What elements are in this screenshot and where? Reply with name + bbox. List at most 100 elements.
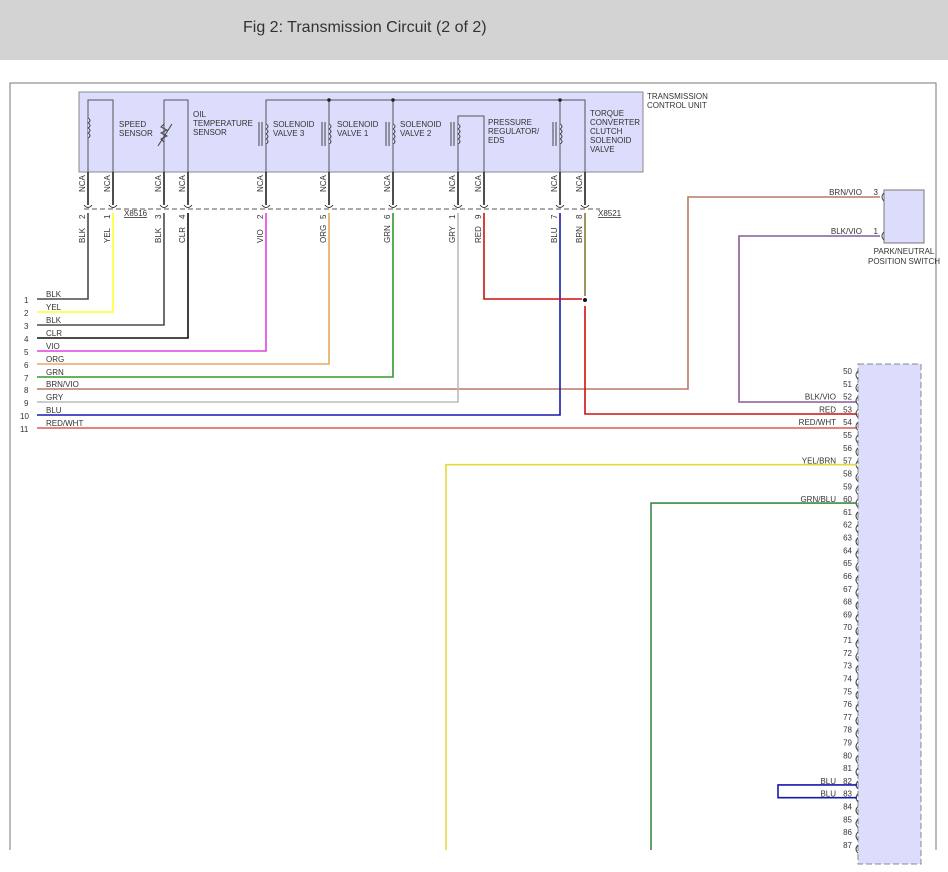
harness-wire-number: 6 bbox=[24, 361, 29, 370]
wire-red bbox=[483, 213, 582, 300]
harness-wire-number: 5 bbox=[24, 348, 29, 357]
splice-dot bbox=[558, 98, 562, 102]
connector-pin-number: 64 bbox=[843, 546, 852, 555]
connector-pin-number: 79 bbox=[843, 738, 852, 747]
connector-wire-label: RED bbox=[819, 405, 836, 414]
harness-wire-label: RED/WHT bbox=[46, 419, 83, 428]
connector-pin-number: 53 bbox=[843, 405, 852, 414]
module-connector bbox=[857, 363, 922, 865]
connector-pin-number: 77 bbox=[843, 713, 852, 722]
pin-terminal-icon bbox=[159, 204, 169, 208]
harness-wire-label: ORG bbox=[46, 355, 64, 364]
pin-terminal-icon bbox=[479, 204, 489, 208]
tcu-pin-pin: 4 bbox=[178, 214, 187, 219]
connector-pin-number: 85 bbox=[843, 815, 852, 824]
tcu-pin-pin: 1 bbox=[448, 214, 457, 219]
harness-wire-label: BLK bbox=[46, 316, 62, 325]
connector-pin-number: 86 bbox=[843, 828, 852, 837]
oil-temperature-sensor-label: OIL bbox=[193, 110, 206, 119]
connector-pin-number: 63 bbox=[843, 534, 852, 543]
connector-pin-number: 84 bbox=[843, 803, 852, 812]
tcu-pin-nca: NCA bbox=[319, 174, 328, 192]
transmission-wiring-diagram: TRANSMISSIONCONTROL UNITSPEEDSENSOROILTE… bbox=[9, 82, 940, 865]
diagram-frame bbox=[9, 82, 937, 850]
splice-dot bbox=[327, 98, 331, 102]
connector-wire-label: BLK/VIO bbox=[805, 393, 836, 402]
splice-dot bbox=[391, 98, 395, 102]
connector-pin-number: 78 bbox=[843, 726, 852, 735]
connector-pin-number: 73 bbox=[843, 662, 852, 671]
park-neutral-position-switch bbox=[883, 189, 925, 244]
tcu-pin-nca: NCA bbox=[575, 174, 584, 192]
connector-pin-number: 67 bbox=[843, 585, 852, 594]
torque-converter-clutch-solenoid-valve-label: VALVE bbox=[590, 145, 615, 154]
pin-terminal-icon bbox=[453, 204, 463, 208]
solenoid-valve-2-label: SOLENOID bbox=[400, 120, 442, 129]
tcu-label: TRANSMISSION bbox=[647, 92, 708, 101]
connector-pin-number: 54 bbox=[843, 418, 852, 427]
tcu-pin-color: CLR bbox=[178, 227, 187, 243]
tcu-pin-pin: 8 bbox=[575, 214, 584, 219]
connector-pin-number: 70 bbox=[843, 623, 852, 632]
pressure-regulator-eds-label: PRESSURE bbox=[488, 118, 532, 127]
pin-terminal-icon bbox=[83, 204, 93, 208]
wire-blk-1 bbox=[37, 213, 89, 300]
park-switch-wire-label: BLK/VIO bbox=[831, 227, 862, 236]
tcu-pin-nca: NCA bbox=[474, 174, 483, 192]
harness-wire-number: 10 bbox=[20, 412, 29, 421]
connector-pin-number: 61 bbox=[843, 508, 852, 517]
connector-pin-number: 80 bbox=[843, 751, 852, 760]
tcu-pin-color: VIO bbox=[256, 229, 265, 243]
connector-pin-number: 66 bbox=[843, 572, 852, 581]
tcu-pin-pin: 7 bbox=[550, 214, 559, 219]
harness-wire-number: 1 bbox=[24, 296, 29, 305]
connector-pin-number: 58 bbox=[843, 469, 852, 478]
pressure-regulator-eds-label: EDS bbox=[488, 136, 504, 145]
harness-wire-number: 8 bbox=[24, 386, 29, 395]
pin-terminal-icon bbox=[183, 204, 193, 208]
tcu-pin-nca: NCA bbox=[154, 174, 163, 192]
harness-wire-number: 3 bbox=[24, 322, 29, 331]
park-switch-wire-label: BRN/VIO bbox=[829, 188, 862, 197]
wire-grn-7 bbox=[37, 213, 394, 378]
park-switch-pin: 3 bbox=[874, 188, 879, 197]
tcu-label: CONTROL UNIT bbox=[647, 101, 707, 110]
pin-terminal-icon bbox=[580, 204, 590, 208]
tcu-pin-nca: NCA bbox=[103, 174, 112, 192]
torque-converter-clutch-solenoid-valve-label: TORQUE bbox=[590, 109, 624, 118]
solenoid-valve-2-label: VALVE 2 bbox=[400, 129, 432, 138]
connector-pin-number: 87 bbox=[843, 841, 852, 850]
harness-wire-label: GRN bbox=[46, 368, 64, 377]
tcu-pin-color: GRY bbox=[448, 225, 457, 243]
solenoid-valve-3-label: SOLENOID bbox=[273, 120, 315, 129]
tcu-pin-nca: NCA bbox=[256, 174, 265, 192]
pin-terminal-icon bbox=[108, 204, 118, 208]
harness-wire-number: 11 bbox=[20, 425, 29, 434]
connector-pin-number: 76 bbox=[843, 700, 852, 709]
pressure-regulator-eds-label: REGULATOR/ bbox=[488, 127, 540, 136]
harness-wire-label: BLU bbox=[46, 406, 62, 415]
solenoid-valve-1-label: SOLENOID bbox=[337, 120, 379, 129]
tcu-pin-pin: 2 bbox=[78, 214, 87, 219]
harness-wire-number: 7 bbox=[24, 374, 29, 383]
solenoid-valve-3-label: VALVE 3 bbox=[273, 129, 305, 138]
connector-pin-number: 69 bbox=[843, 610, 852, 619]
harness-wire-label: YEL bbox=[46, 303, 62, 312]
tcu-pin-nca: NCA bbox=[550, 174, 559, 192]
connector-pin-number: 68 bbox=[843, 598, 852, 607]
harness-wire-number: 4 bbox=[24, 335, 29, 344]
connector-pin-number: 71 bbox=[843, 636, 852, 645]
connector-pin-number: 52 bbox=[843, 393, 852, 402]
tcu-pin-color: BLK bbox=[154, 227, 163, 243]
connector-id-X8516: X8516 bbox=[124, 209, 148, 218]
oil-temperature-sensor-label: SENSOR bbox=[193, 128, 227, 137]
pin-terminal-icon bbox=[261, 204, 271, 208]
harness-wire-label: BRN/VIO bbox=[46, 380, 79, 389]
harness-wire-number: 2 bbox=[24, 309, 29, 318]
harness-wire-label: GRY bbox=[46, 393, 64, 402]
connector-pin-number: 72 bbox=[843, 649, 852, 658]
oil-temperature-sensor-label: TEMPERATURE bbox=[193, 119, 253, 128]
tcu-pin-pin: 6 bbox=[383, 214, 392, 219]
connector-pin-number: 74 bbox=[843, 674, 852, 683]
park-switch-pin: 1 bbox=[874, 227, 879, 236]
